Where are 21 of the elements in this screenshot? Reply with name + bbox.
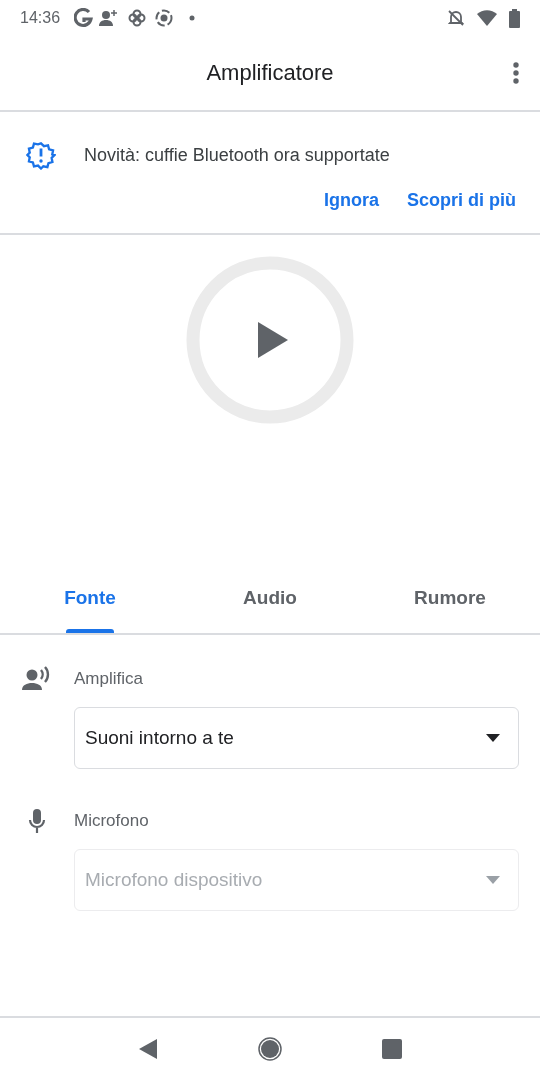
setting-label: Amplifica xyxy=(74,669,143,689)
tab[interactable]: Audio xyxy=(180,563,360,633)
mute-bell-icon xyxy=(447,9,465,27)
wifi-icon xyxy=(477,10,497,26)
banner-action-button[interactable]: Scopri di più xyxy=(403,184,520,217)
dropdown-caret-icon xyxy=(486,876,500,884)
banner-action-button[interactable]: Ignora xyxy=(319,184,383,217)
app-title: Amplificatore xyxy=(206,60,334,86)
back-icon[interactable] xyxy=(138,1038,158,1060)
battery-icon xyxy=(509,8,520,28)
clock: 14:36 xyxy=(20,9,61,27)
tab[interactable]: Rumore xyxy=(360,563,540,633)
setting-label: Microfono xyxy=(74,811,149,831)
person-sound-icon xyxy=(22,666,52,692)
home-icon[interactable] xyxy=(258,1037,282,1061)
banner-message: Novità: cuffie Bluetooth ora supportate xyxy=(84,144,390,166)
more-options-icon[interactable] xyxy=(512,62,520,84)
dropdown-caret-icon xyxy=(486,734,500,742)
alert-badge-icon xyxy=(26,140,56,170)
tab[interactable]: Fonte xyxy=(0,563,180,633)
dropdown[interactable]: Suoni intorno a te xyxy=(74,707,519,769)
